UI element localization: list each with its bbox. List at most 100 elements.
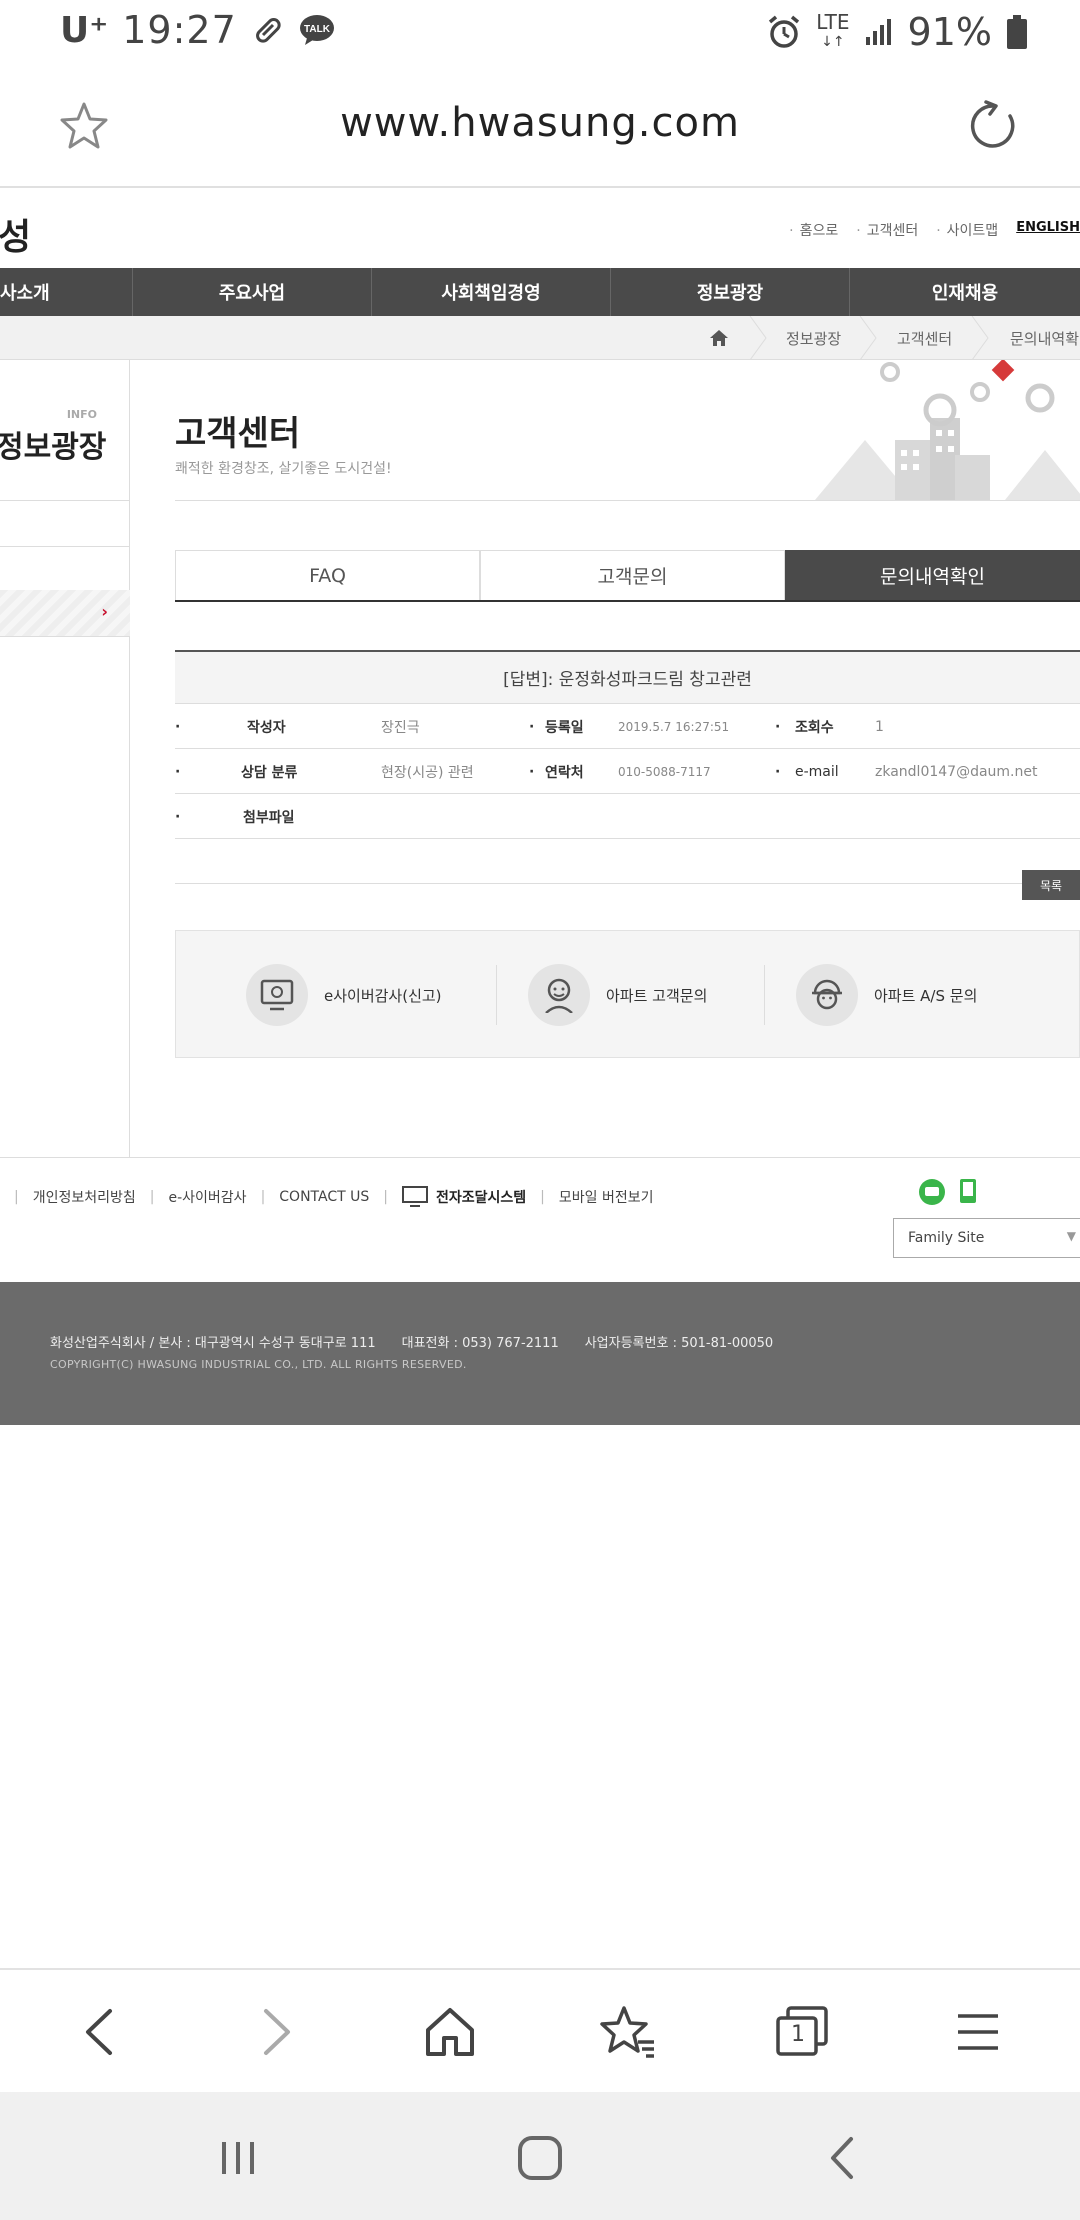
bullet: · bbox=[529, 763, 535, 780]
util-link-sitemap[interactable]: · 사이트맵 bbox=[936, 220, 998, 240]
footer-sns bbox=[918, 1178, 978, 1206]
footer-link-cyber-audit[interactable]: e-사이버감사 bbox=[168, 1187, 246, 1207]
tab-bar: FAQ 고객문의 문의내역확인 bbox=[175, 550, 1080, 602]
list-button[interactable]: 목록 bbox=[1022, 870, 1080, 900]
menu-button[interactable] bbox=[946, 2000, 1010, 2064]
quick-link-label: 아파트 고객문의 bbox=[606, 986, 708, 1005]
lnb-active-item[interactable]: › bbox=[0, 590, 130, 636]
status-bar: U⁺ 19:27 TALK LTE ↓↑ 91% bbox=[0, 0, 1080, 66]
utility-links: · 홈으로 · 고객센터 · 사이트맵 ENGLISH bbox=[789, 220, 1080, 240]
author-value: 장진극 bbox=[381, 719, 420, 736]
tab-inquiry-history[interactable]: 문의내역확인 bbox=[785, 550, 1080, 600]
chat-bubble-icon[interactable] bbox=[918, 1178, 946, 1206]
author-label: 작성자 bbox=[247, 719, 286, 736]
reload-icon[interactable] bbox=[966, 98, 1022, 154]
gnb-item-recruit[interactable]: 인재채용 bbox=[850, 268, 1080, 316]
divider bbox=[0, 636, 130, 637]
footer-link-procurement[interactable]: 전자조달시스템 bbox=[436, 1187, 526, 1207]
breadcrumb-separator-icon bbox=[971, 316, 989, 360]
breadcrumb-separator-icon bbox=[859, 316, 877, 360]
english-link[interactable]: ENGLISH bbox=[1016, 220, 1080, 240]
clock: 19:27 bbox=[122, 8, 237, 52]
alarm-icon bbox=[769, 15, 800, 48]
gnb-item-business[interactable]: 주요사업 bbox=[133, 268, 372, 316]
svg-text:TALK: TALK bbox=[304, 24, 331, 35]
back-icon bbox=[86, 2009, 112, 2055]
tab-faq[interactable]: FAQ bbox=[175, 550, 480, 600]
email-value: zkandl0147@daum.net bbox=[875, 763, 1038, 780]
gnb-item-info[interactable]: 정보광장 bbox=[611, 268, 850, 316]
util-link-home[interactable]: · 홈으로 bbox=[789, 220, 838, 240]
breadcrumb-info[interactable]: 정보광장 bbox=[786, 316, 841, 360]
bullet: · bbox=[175, 763, 181, 780]
back-nav-icon bbox=[831, 2137, 853, 2179]
footer-links: | 개인정보처리방침 | e-사이버감사 | CONTACT US | 전자조달… bbox=[0, 1157, 1080, 1272]
back-nav-button[interactable] bbox=[812, 2128, 872, 2188]
home-button[interactable] bbox=[418, 2000, 482, 2064]
quick-link-label: 아파트 A/S 문의 bbox=[874, 986, 978, 1005]
site-logo[interactable]: 성 bbox=[0, 208, 31, 260]
separator: | bbox=[14, 1189, 19, 1205]
chevron-right-icon: › bbox=[101, 602, 108, 621]
forward-button[interactable] bbox=[244, 2000, 308, 2064]
home-nav-button[interactable] bbox=[510, 2128, 570, 2188]
date-value: 2019.5.7 16:27:51 bbox=[618, 719, 730, 734]
quick-link-apartment-inquiry[interactable]: 아파트 고객문의 bbox=[528, 963, 707, 1027]
footer-copyright: COPYRIGHT(C) HWASUNG INDUSTRIAL CO., LTD… bbox=[50, 1358, 467, 1371]
bookmarks-button[interactable] bbox=[596, 2000, 660, 2064]
tab-inquiry[interactable]: 고객문의 bbox=[480, 550, 785, 600]
kakaotalk-icon: TALK bbox=[299, 15, 334, 45]
mobile-phone-icon[interactable] bbox=[958, 1178, 978, 1206]
separator: | bbox=[383, 1189, 388, 1205]
web-page: 성 · 홈으로 · 고객센터 · 사이트맵 ENGLISH 사소개 주요사업 사회책임… bbox=[0, 190, 1080, 1425]
divider bbox=[496, 965, 497, 1025]
quick-link-cyber-audit[interactable]: e사이버감사(신고) bbox=[246, 963, 442, 1027]
breadcrumb-separator-icon bbox=[749, 316, 767, 360]
table-row: · 상담 분류 현장(시공) 관련 · 연락처 010-5088-7117 · … bbox=[175, 749, 1080, 794]
city-illustration-icon bbox=[815, 360, 1080, 500]
pill-icon bbox=[255, 18, 281, 43]
views-label: 조회수 bbox=[795, 719, 834, 736]
post-subject: [답변]: 운정화성파크드림 창고관련 bbox=[175, 650, 1080, 704]
lnb-title: 정보광장 bbox=[0, 430, 107, 465]
recent-apps-button[interactable] bbox=[208, 2128, 268, 2188]
browser-toolbar: 1 bbox=[0, 1968, 1080, 2092]
divider bbox=[0, 546, 130, 547]
tabs-button[interactable]: 1 bbox=[770, 2000, 834, 2064]
footer-link-privacy[interactable]: 개인정보처리방침 bbox=[33, 1187, 136, 1207]
home-icon bbox=[426, 2008, 474, 2056]
gnb-item-about[interactable]: 사소개 bbox=[0, 268, 133, 316]
back-button[interactable] bbox=[68, 2000, 132, 2064]
email-label: e-mail bbox=[795, 763, 839, 780]
signal-icon bbox=[865, 19, 891, 45]
separator: | bbox=[149, 1189, 155, 1205]
bookmarks-icon bbox=[600, 2006, 654, 2058]
home-icon[interactable] bbox=[710, 330, 728, 346]
lnb-small-label: INFO bbox=[66, 408, 97, 421]
home-square-icon bbox=[518, 2136, 562, 2180]
tabs-count: 1 bbox=[791, 2022, 805, 2047]
footer-link-mobile[interactable]: 모바일 버전보기 bbox=[559, 1187, 654, 1207]
gnb-item-csr[interactable]: 사회책임경영 bbox=[372, 268, 611, 316]
quick-link-label: e사이버감사(신고) bbox=[324, 986, 442, 1005]
recent-apps-icon bbox=[222, 2142, 254, 2174]
chevron-down-icon: ▼ bbox=[1066, 1229, 1076, 1243]
carrier-label: U⁺ bbox=[60, 9, 109, 51]
attachment-label: 첨부파일 bbox=[243, 809, 295, 826]
side-navigation: INFO 정보광장 › bbox=[0, 360, 130, 1157]
category-value: 현장(시공) 관련 bbox=[381, 764, 474, 781]
footer-link-contact[interactable]: CONTACT US bbox=[279, 1189, 369, 1205]
footer-company: 화성산업주식회사 / 본사 : 대구광역시 수성구 동대구로 111 bbox=[50, 1336, 376, 1351]
family-site-select[interactable]: Family Site ▼ bbox=[893, 1218, 1080, 1258]
monitor-icon bbox=[246, 964, 308, 1026]
url-text[interactable]: www.hwasung.com bbox=[0, 100, 1080, 146]
quick-link-apartment-as[interactable]: 아파트 A/S 문의 bbox=[796, 963, 977, 1027]
util-link-customer[interactable]: · 고객센터 bbox=[856, 220, 918, 240]
network-type: LTE ↓↑ bbox=[816, 10, 850, 50]
divider bbox=[0, 500, 130, 501]
quick-links-box: e사이버감사(신고) 아파트 고객문의 아파트 A/S 문의 bbox=[175, 930, 1080, 1058]
worker-helmet-icon bbox=[796, 964, 858, 1026]
breadcrumb-customer[interactable]: 고객센터 bbox=[897, 316, 952, 360]
breadcrumb-inquiry[interactable]: 문의내역확인 bbox=[1010, 316, 1080, 360]
bullet: · bbox=[775, 763, 781, 780]
